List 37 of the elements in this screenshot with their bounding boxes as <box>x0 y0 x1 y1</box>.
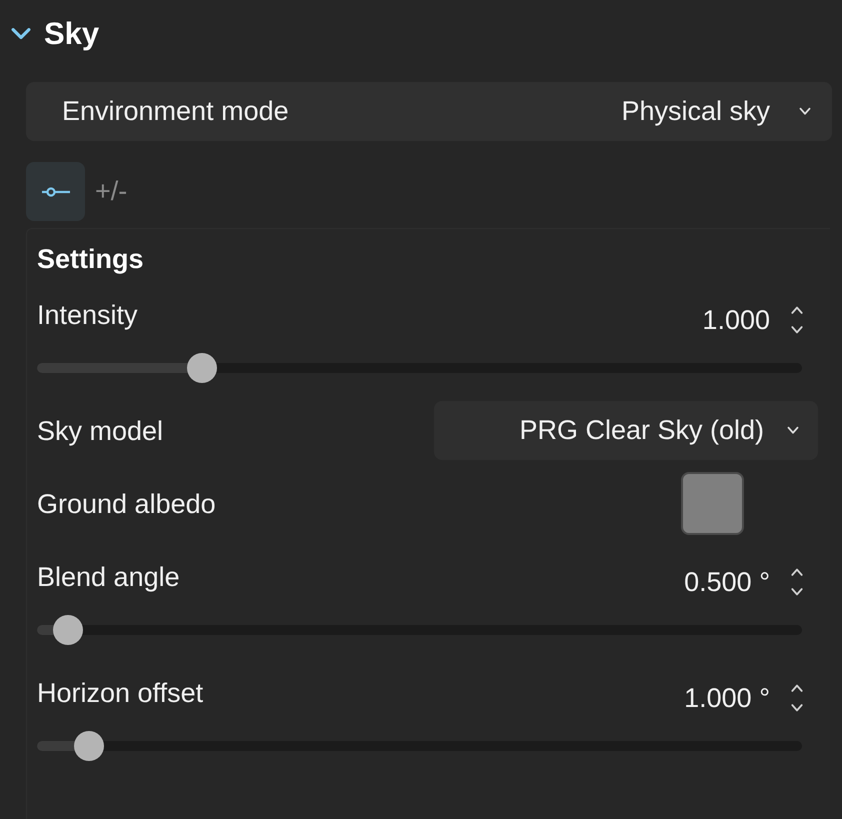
setting-label: Sky model <box>37 414 164 446</box>
decrement-icon <box>790 325 804 335</box>
stepper[interactable] <box>790 683 804 713</box>
dropdown-value: Physical sky <box>621 95 770 128</box>
sky-model-dropdown[interactable]: PRG Clear Sky (old) <box>434 401 818 460</box>
chevron-down-icon <box>798 107 812 116</box>
decrement-icon <box>790 703 804 713</box>
setting-label: Ground albedo <box>37 488 216 520</box>
value-field[interactable]: 0.500 ° <box>684 565 770 599</box>
chevron-down-icon <box>786 426 800 435</box>
collapse-toggle[interactable] <box>10 27 32 41</box>
slider-thumb[interactable] <box>74 731 104 761</box>
setting-label: Blend angle <box>37 561 180 593</box>
decrement-icon <box>790 587 804 597</box>
increment-icon <box>790 683 804 693</box>
slider-icon <box>40 186 70 198</box>
increment-icon <box>790 567 804 577</box>
dropdown-label: Environment mode <box>62 95 289 128</box>
section-title: Sky <box>44 16 100 52</box>
increment-icon <box>790 305 804 315</box>
stepper[interactable] <box>790 567 804 597</box>
color-swatch[interactable] <box>681 472 744 535</box>
slider-thumb[interactable] <box>53 615 84 645</box>
stepper[interactable] <box>790 305 804 335</box>
value-field[interactable]: 1.000 ° <box>684 681 770 715</box>
slider-thumb[interactable] <box>186 353 217 383</box>
tab[interactable]: +/- <box>89 162 134 221</box>
slider[interactable] <box>37 615 802 645</box>
setting-label: Intensity <box>37 299 138 331</box>
slider[interactable] <box>37 731 802 761</box>
chevron-icon <box>10 27 32 41</box>
slider-view-tab[interactable] <box>26 162 85 221</box>
value-field[interactable]: 1.000 <box>702 303 770 337</box>
setting-label: Horizon offset <box>37 677 204 709</box>
slider[interactable] <box>37 353 802 383</box>
settings-title: Settings <box>37 243 145 275</box>
environment-mode-dropdown[interactable]: Environment mode Physical sky <box>26 82 832 141</box>
